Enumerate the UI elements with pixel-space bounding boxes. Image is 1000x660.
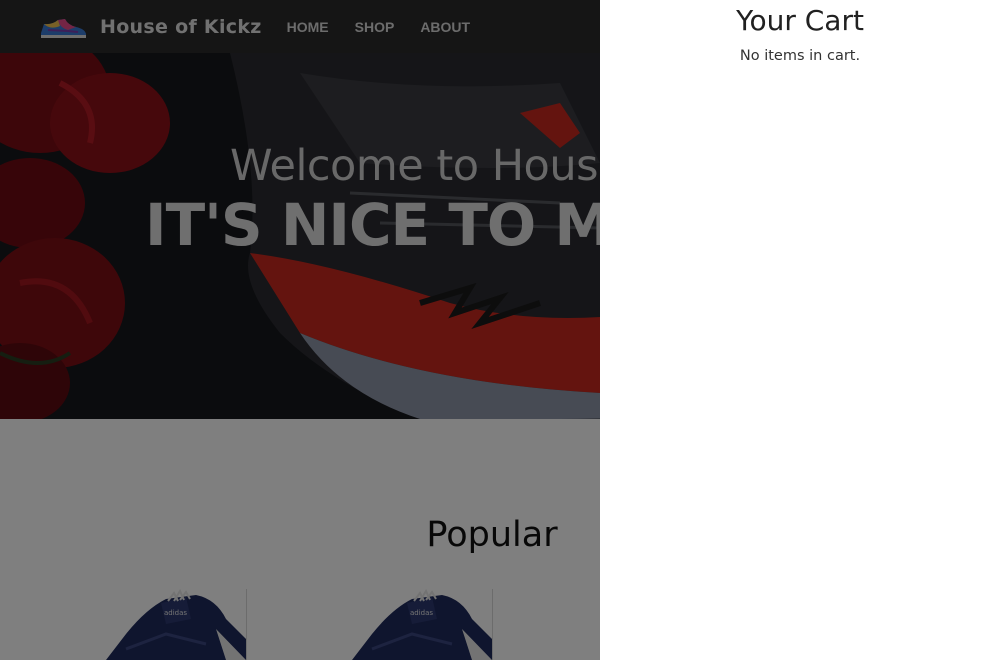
- cart-title: Your Cart: [736, 4, 864, 37]
- cart-empty-message: No items in cart.: [739, 48, 861, 64]
- cart-drawer: Your Cart No items in cart.: [600, 0, 1000, 660]
- cart-backdrop-overlay[interactable]: [0, 0, 600, 660]
